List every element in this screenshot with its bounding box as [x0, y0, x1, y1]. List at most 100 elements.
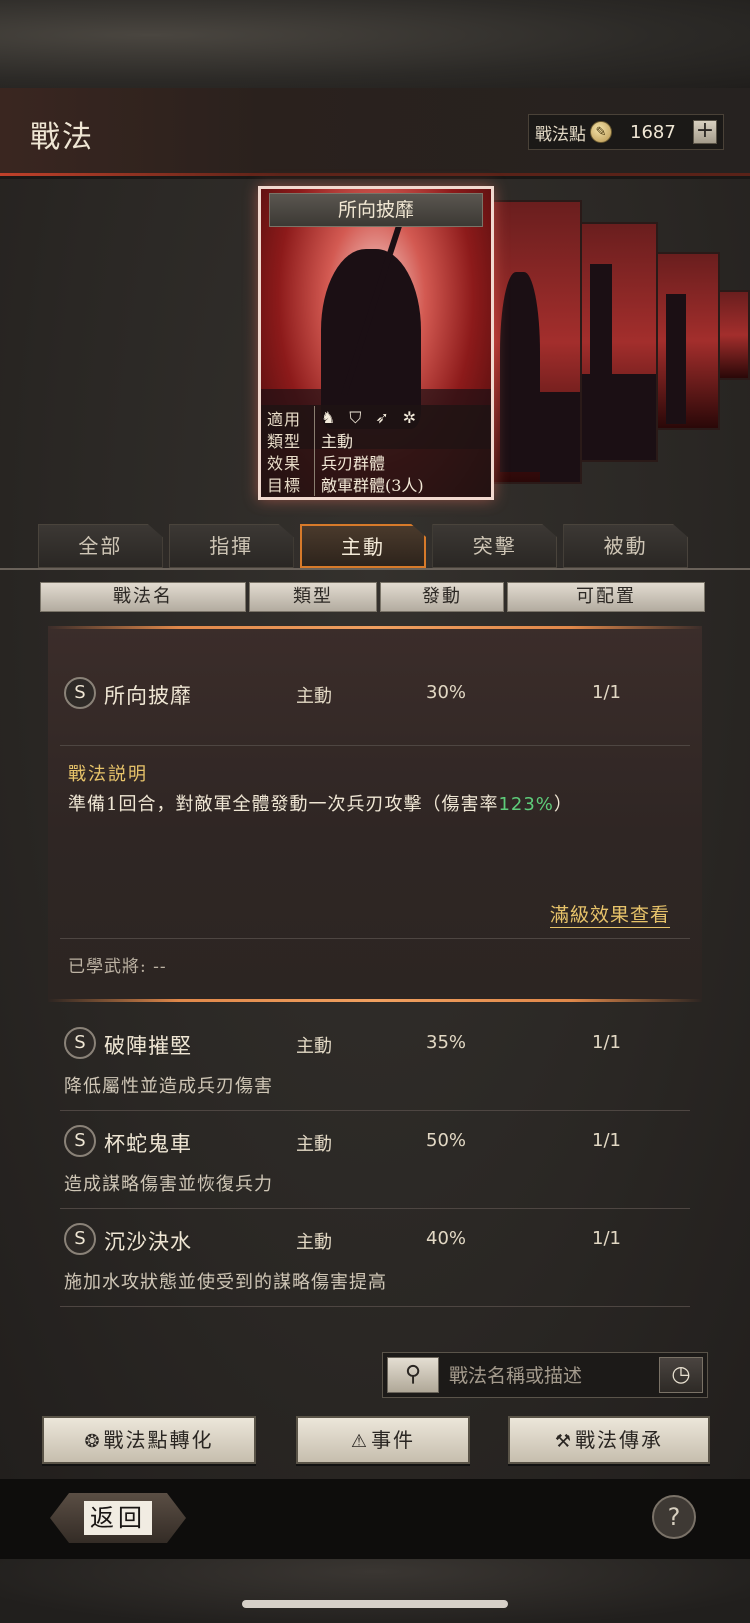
divider — [60, 1208, 690, 1209]
skill-points-value: 1687 — [630, 121, 676, 143]
search-bar: ⚲ ◷ — [382, 1352, 708, 1398]
skill-card-preview[interactable] — [580, 222, 658, 462]
column-header: 戰法名 類型 發動 可配置 — [40, 582, 710, 612]
column-name[interactable]: 戰法名 — [40, 582, 246, 612]
add-skill-points-button[interactable]: + — [693, 120, 717, 144]
hammer-icon: ⚒ — [554, 1431, 574, 1452]
skill-points-label: 戰法點 — [535, 124, 586, 145]
full-level-effect-link[interactable]: 滿級效果查看 — [549, 900, 670, 928]
column-type[interactable]: 類型 — [249, 582, 377, 612]
events-label: 事件 — [371, 1428, 416, 1452]
skill-row[interactable]: S 沉沙決水 主動 40% 1/1 施加水攻狀態並使受到的謀略傷害提高 — [48, 1210, 702, 1308]
shield-icon: ⛉ — [349, 408, 362, 427]
tabs-divider — [0, 568, 750, 570]
divider — [60, 1110, 690, 1111]
skill-name: 破陣摧堅 — [104, 1034, 192, 1058]
skill-name: 杯蛇鬼車 — [104, 1132, 192, 1156]
skill-desc-title: 戰法説明 — [68, 764, 148, 785]
skill-points-display: 戰法點 ✎ 1687 + — [528, 114, 724, 150]
skill-slots: 1/1 — [592, 1130, 621, 1151]
divider — [60, 938, 690, 939]
card-skill-name: 所向披靡 — [269, 193, 483, 227]
grade-badge: S — [64, 1027, 96, 1059]
skill-row-header[interactable]: S 所向披靡 主動 30% 1/1 — [48, 674, 702, 714]
skill-rate: 35% — [426, 1032, 467, 1053]
tab-command[interactable]: 指揮 — [168, 524, 294, 568]
flame-icon: ❂ — [84, 1431, 102, 1452]
tab-assault[interactable]: 突擊 — [432, 524, 558, 568]
skill-summary: 施加水攻狀態並使受到的謀略傷害提高 — [64, 1272, 387, 1293]
events-button[interactable]: ⚠ 事件 — [296, 1416, 470, 1464]
skill-type: 主動 — [296, 1036, 332, 1057]
selection-glow — [48, 626, 702, 629]
selection-glow — [48, 999, 702, 1002]
skill-type: 主動 — [296, 686, 332, 707]
grade-badge: S — [64, 1223, 96, 1255]
tab-passive[interactable]: 被動 — [563, 524, 688, 568]
header-bar: 戰法 戰法點 ✎ 1687 + — [0, 88, 750, 176]
convert-label: 戰法點轉化 — [103, 1428, 214, 1452]
skill-row-expanded[interactable]: S 所向披靡 主動 30% 1/1 戰法説明 準備1回合，對敵軍全體發動一次兵刃… — [48, 626, 702, 1002]
skill-name: 沉沙決水 — [104, 1230, 192, 1254]
skill-rate: 50% — [426, 1130, 467, 1151]
category-tabs: 全部 指揮 主動 突擊 被動 — [38, 524, 688, 568]
convert-points-button[interactable]: ❂ 戰法點轉化 — [42, 1416, 256, 1464]
column-slots[interactable]: 可配置 — [507, 582, 705, 612]
skill-name: 所向披靡 — [104, 684, 192, 708]
troop-type-icons: ♞ ⛉ ➶ ✲ — [321, 408, 416, 428]
learned-generals: 已學武將: -- — [68, 957, 167, 977]
featured-skill-card[interactable]: 所向披靡 適用 ♞ ⛉ ➶ ✲ 類型 主動 效果 兵刃群體 目標 敵軍群體(3人… — [258, 186, 494, 500]
skill-list[interactable]: S 所向披靡 主動 30% 1/1 戰法説明 準備1回合，對敵軍全體發動一次兵刃… — [8, 620, 742, 1335]
inherit-button[interactable]: ⚒ 戰法傳承 — [508, 1416, 710, 1464]
info-value: 主動 — [321, 432, 354, 451]
card-info-panel: 適用 ♞ ⛉ ➶ ✲ 類型 主動 效果 兵刃群體 目標 敵軍群體(3人) — [261, 405, 491, 497]
skill-card-preview[interactable] — [654, 252, 720, 430]
skill-type: 主動 — [296, 1134, 332, 1155]
damage-rate: 123% — [498, 794, 554, 815]
chariot-icon: ✲ — [402, 408, 417, 427]
skill-desc-text: 準備1回合，對敵軍全體發動一次兵刃攻擊（傷害率123%） — [68, 790, 573, 816]
desc-prefix: 準備1回合，對敵軍全體發動一次兵刃攻擊（傷害率 — [68, 794, 499, 815]
skill-slots: 1/1 — [592, 1228, 621, 1249]
inherit-label: 戰法傳承 — [575, 1428, 664, 1452]
skill-slots: 1/1 — [592, 1032, 621, 1053]
home-indicator[interactable] — [242, 1600, 508, 1608]
desc-suffix: ） — [553, 794, 573, 815]
top-decoration — [0, 0, 750, 88]
search-icon[interactable]: ⚲ — [387, 1357, 439, 1393]
clock-icon[interactable]: ◷ — [659, 1357, 703, 1393]
skill-card-preview[interactable] — [488, 200, 582, 484]
skill-summary: 造成謀略傷害並恢復兵力 — [64, 1174, 273, 1195]
bottom-decoration — [0, 1559, 750, 1623]
skill-row[interactable]: S 杯蛇鬼車 主動 50% 1/1 造成謀略傷害並恢復兵力 — [48, 1112, 702, 1210]
alert-icon: ⚠ — [350, 1431, 370, 1452]
help-icon[interactable]: ? — [652, 1495, 696, 1539]
divider — [60, 745, 690, 746]
skill-rate: 40% — [426, 1228, 467, 1249]
spear-icon: ➶ — [375, 408, 389, 427]
info-label: 目標 — [267, 472, 315, 496]
tab-all[interactable]: 全部 — [38, 524, 163, 568]
skill-points-icon: ✎ — [590, 121, 612, 143]
divider — [60, 1306, 690, 1307]
info-value: 敵軍群體(3人) — [321, 476, 424, 495]
grade-badge: S — [64, 677, 96, 709]
info-label: 效果 — [267, 450, 315, 474]
back-button[interactable]: 返回 — [50, 1493, 186, 1543]
skill-row[interactable]: S 破陣摧堅 主動 35% 1/1 降低屬性並造成兵刃傷害 — [48, 1014, 702, 1112]
search-input[interactable] — [449, 1361, 649, 1391]
info-label: 適用 — [267, 406, 315, 430]
grade-badge: S — [64, 1125, 96, 1157]
back-label: 返回 — [84, 1501, 152, 1535]
skill-slots: 1/1 — [592, 682, 621, 703]
cavalry-icon: ♞ — [321, 408, 336, 427]
footer-bar: 返回 ? — [0, 1479, 750, 1559]
skill-type: 主動 — [296, 1232, 332, 1253]
info-label: 類型 — [267, 428, 315, 452]
skill-card-preview[interactable] — [718, 290, 750, 380]
tab-active[interactable]: 主動 — [299, 524, 427, 568]
page-title: 戰法 — [30, 120, 94, 155]
column-rate[interactable]: 發動 — [380, 582, 504, 612]
skill-rate: 30% — [426, 682, 467, 703]
info-value: 兵刃群體 — [321, 454, 386, 473]
